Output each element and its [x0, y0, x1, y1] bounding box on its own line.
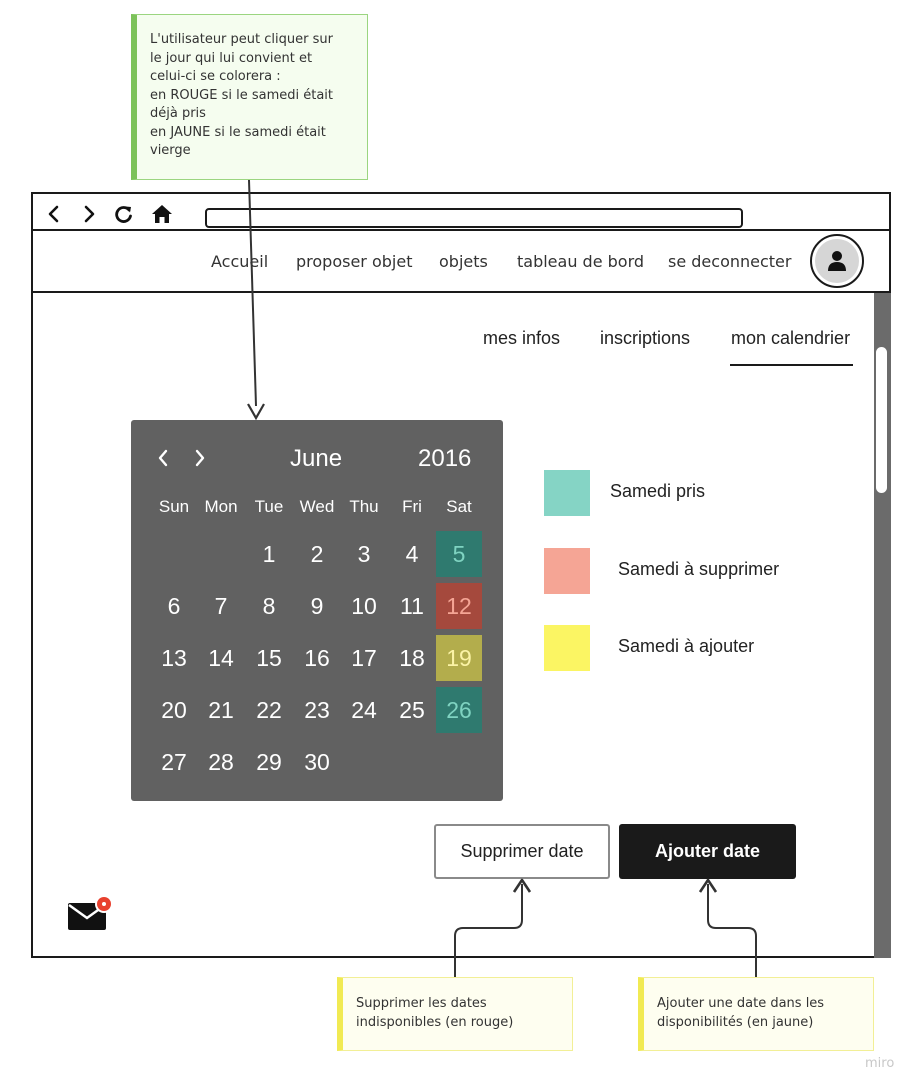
note-line: Ajouter une date dans les: [657, 996, 825, 1011]
connector-arrows: [247, 179, 757, 977]
note-line: disponibilités (en jaune): [657, 1014, 814, 1030]
note-line: Supprimer les dates: [356, 996, 487, 1011]
watermark: miro: [865, 1056, 895, 1071]
note-line: indisponibles (en rouge): [356, 1014, 514, 1030]
add-annotation-note: Ajouter une date dans les disponibilités…: [638, 977, 874, 1051]
delete-annotation-note: Supprimer les dates indisponibles (en ro…: [337, 977, 573, 1051]
